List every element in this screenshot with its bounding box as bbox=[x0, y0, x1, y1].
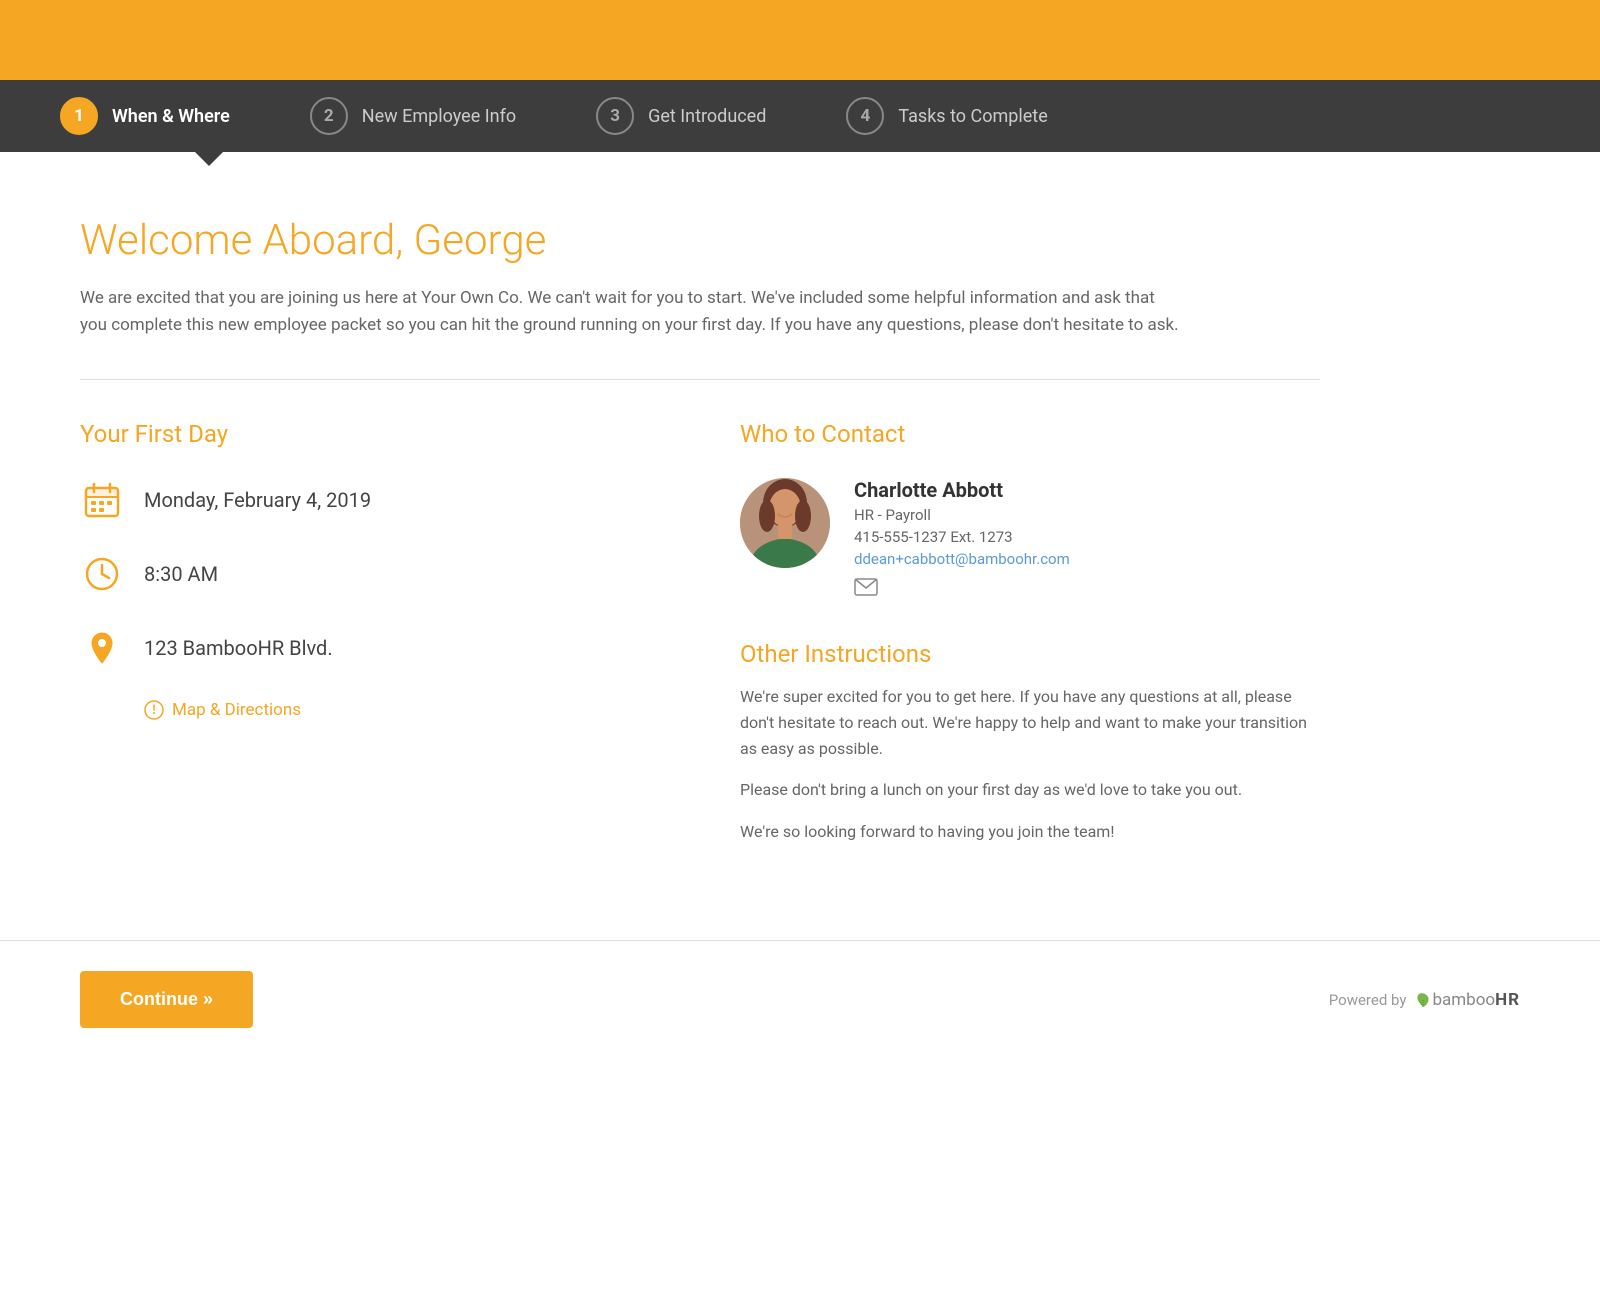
contact-name: Charlotte Abbott bbox=[854, 478, 1070, 502]
location-row: 123 BambooHR Blvd. bbox=[80, 626, 660, 670]
instructions-para-3: We're so looking forward to having you j… bbox=[740, 819, 1320, 845]
main-content: Welcome Aboard, George We are excited th… bbox=[0, 166, 1400, 900]
stepper-arrow bbox=[115, 152, 1600, 166]
instructions-para-1: We're super excited for you to get here.… bbox=[740, 684, 1320, 761]
section-divider bbox=[80, 379, 1320, 380]
step-2[interactable]: 2 New Employee Info bbox=[310, 97, 516, 135]
email-icon[interactable] bbox=[854, 578, 1070, 600]
powered-by-label: Powered by bbox=[1329, 991, 1407, 1009]
right-column: Who to Contact bbox=[740, 420, 1320, 860]
map-directions-link[interactable]: Map & Directions bbox=[144, 700, 660, 720]
map-link-icon bbox=[144, 700, 164, 720]
two-column-layout: Your First Day bbox=[80, 420, 1320, 860]
left-column: Your First Day bbox=[80, 420, 660, 860]
bamboohr-logo: bambooHR bbox=[1414, 989, 1520, 1010]
welcome-text: We are excited that you are joining us h… bbox=[80, 285, 1180, 339]
leaf-icon bbox=[1414, 991, 1432, 1009]
contact-role: HR - Payroll bbox=[854, 506, 1070, 524]
contact-phone: 415-555-1237 Ext. 1273 bbox=[854, 528, 1070, 546]
step-4-circle: 4 bbox=[846, 97, 884, 135]
location-icon bbox=[80, 626, 124, 670]
contact-info: Charlotte Abbott HR - Payroll 415-555-12… bbox=[854, 478, 1070, 600]
continue-button[interactable]: Continue » bbox=[80, 971, 253, 1028]
date-text: Monday, February 4, 2019 bbox=[144, 488, 371, 512]
time-row: 8:30 AM bbox=[80, 552, 660, 596]
other-instructions-title: Other Instructions bbox=[740, 640, 1320, 668]
clock-icon bbox=[80, 552, 124, 596]
welcome-title: Welcome Aboard, George bbox=[80, 216, 1320, 265]
instructions-para-2: Please don't bring a lunch on your first… bbox=[740, 777, 1320, 803]
avatar bbox=[740, 478, 830, 568]
step-3[interactable]: 3 Get Introduced bbox=[596, 97, 766, 135]
contact-card: Charlotte Abbott HR - Payroll 415-555-12… bbox=[740, 478, 1320, 600]
contact-email-link[interactable]: ddean+cabbott@bamboohr.com bbox=[854, 550, 1070, 568]
footer: Continue » Powered by bambooHR bbox=[0, 940, 1600, 1058]
first-day-title: Your First Day bbox=[80, 420, 660, 448]
step-2-circle: 2 bbox=[310, 97, 348, 135]
bamboohr-brand-name: bambooHR bbox=[1432, 989, 1520, 1010]
step-1-circle: 1 bbox=[60, 97, 98, 135]
step-3-label: Get Introduced bbox=[648, 106, 766, 127]
step-4[interactable]: 4 Tasks to Complete bbox=[846, 97, 1047, 135]
map-link-text: Map & Directions bbox=[172, 700, 301, 720]
step-1[interactable]: 1 When & Where bbox=[60, 97, 230, 135]
powered-by: Powered by bambooHR bbox=[1329, 989, 1520, 1010]
address-text: 123 BambooHR Blvd. bbox=[144, 636, 333, 660]
contact-title: Who to Contact bbox=[740, 420, 1320, 448]
time-text: 8:30 AM bbox=[144, 562, 218, 586]
step-2-label: New Employee Info bbox=[362, 106, 516, 127]
step-1-label: When & Where bbox=[112, 106, 230, 127]
top-bar bbox=[0, 0, 1600, 80]
step-4-label: Tasks to Complete bbox=[898, 106, 1047, 127]
stepper-nav: 1 When & Where 2 New Employee Info 3 Get… bbox=[0, 80, 1600, 152]
step-3-circle: 3 bbox=[596, 97, 634, 135]
date-row: Monday, February 4, 2019 bbox=[80, 478, 660, 522]
calendar-icon bbox=[80, 478, 124, 522]
